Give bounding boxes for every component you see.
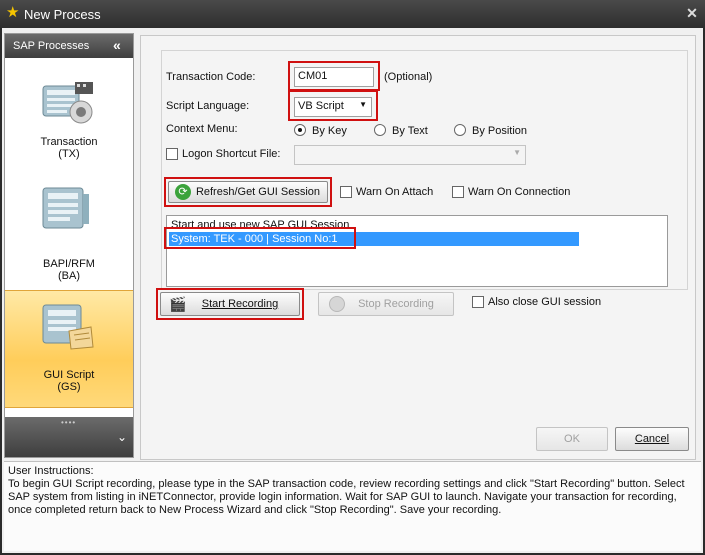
content-panel: Transaction Code: CM01 (Optional) Script… [140,35,696,460]
instructions-text: To begin GUI Script recording, please ty… [8,478,685,516]
sidebar-item-transaction[interactable]: Transaction (TX) [5,60,133,162]
radio-by-text-label: By Text [392,125,428,137]
script-language-label: Script Language: [166,100,250,112]
cancel-label: Cancel [634,433,670,445]
sidebar-header: SAP Processes « [5,34,133,58]
dialog-body: SAP Processes « Transaction (TX) BAPI/RF… [2,28,703,553]
chevron-down-icon[interactable]: ⌄ [117,430,127,444]
collapse-icon[interactable]: « [113,37,121,53]
sidebar-title: SAP Processes [13,40,90,52]
warn-on-connection-checkbox[interactable] [452,186,464,198]
dropdown-arrow-icon: ▼ [513,148,521,157]
sidebar-item-label: Transaction [40,136,98,148]
title-bar: ★ New Process ✕ [0,0,705,28]
ok-button[interactable]: OK [536,427,608,451]
highlight-box [288,61,380,91]
sidebar-item-sub: (TX) [58,148,80,160]
sidebar-item-sub: (BA) [58,270,80,282]
stop-recording-button[interactable]: Stop Recording [318,292,454,316]
cancel-button[interactable]: Cancel [615,427,689,451]
logon-shortcut-label: Logon Shortcut File: [182,148,281,160]
stop-recording-label: Stop Recording [358,298,434,310]
stop-icon [329,296,345,312]
highlight-box [164,177,332,207]
optional-note: (Optional) [384,71,433,83]
close-icon[interactable]: ✕ [684,5,700,21]
star-icon: ★ [6,4,20,21]
gui-script-icon [39,301,95,351]
radio-by-key-label: By Key [312,125,347,137]
warn-on-connection-label: Warn On Connection [468,186,571,198]
also-close-checkbox[interactable] [472,296,484,308]
radio-by-position[interactable] [454,124,466,136]
settings-group: Transaction Code: CM01 (Optional) Script… [161,50,688,290]
warn-on-attach-label: Warn On Attach [356,186,434,198]
sidebar-item-bapi[interactable]: BAPI/RFM (BA) [5,176,133,282]
window-title: New Process [24,7,101,22]
sidebar: SAP Processes « Transaction (TX) BAPI/RF… [4,33,134,458]
highlight-box [156,288,304,320]
radio-by-position-label: By Position [472,125,528,137]
also-close-label: Also close GUI session [488,296,602,308]
sidebar-item-sub: (GS) [57,381,81,393]
grip-icon[interactable]: •••• [61,418,76,427]
highlight-box [164,227,356,249]
bapi-icon [39,184,95,234]
logon-shortcut-select[interactable]: ▼ [294,145,526,165]
sidebar-item-gui-script[interactable]: GUI Script (GS) [5,290,133,408]
highlight-box [288,90,378,121]
logon-shortcut-checkbox[interactable] [166,148,178,160]
transaction-code-label: Transaction Code: [166,71,256,83]
sidebar-footer: •••• ⌄ [5,417,133,457]
instructions-heading: User Instructions: [8,465,94,477]
instructions-panel: User Instructions: To begin GUI Script r… [4,461,701,551]
sidebar-item-label: GUI Script [43,369,95,381]
radio-by-key[interactable] [294,124,306,136]
radio-by-text[interactable] [374,124,386,136]
sidebar-item-label: BAPI/RFM [43,258,95,270]
warn-on-attach-checkbox[interactable] [340,186,352,198]
transaction-icon [39,76,95,126]
context-menu-label: Context Menu: [166,123,238,135]
gui-session-list[interactable]: Start and use new SAP GUI Session System… [166,215,668,287]
